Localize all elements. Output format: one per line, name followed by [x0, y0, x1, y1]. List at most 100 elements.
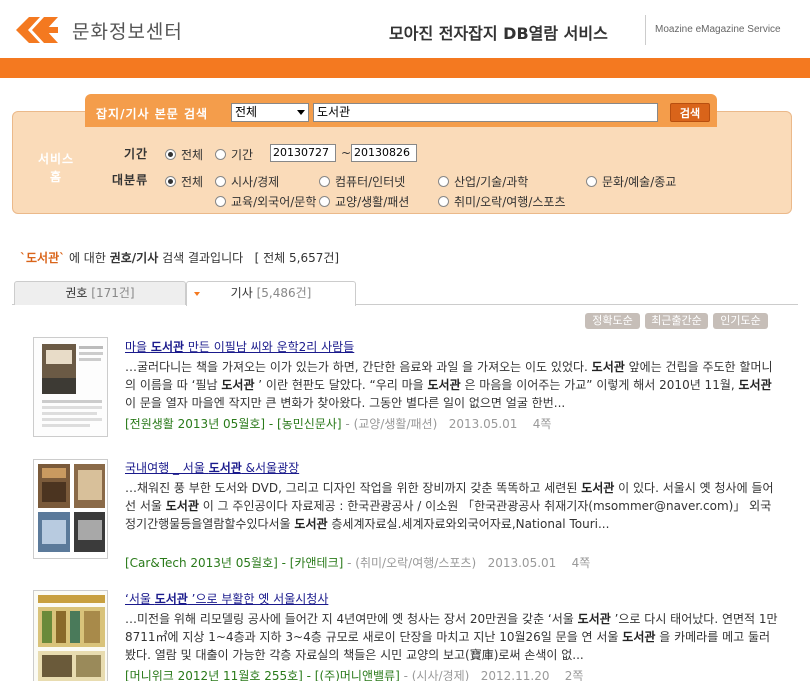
header-divider [645, 15, 646, 45]
summary-target: 권호/기사 [109, 251, 159, 265]
tab-articles[interactable]: 기사 [5,486건] [186, 281, 356, 306]
radio-icon [319, 176, 330, 187]
article-source-link[interactable]: [Car&Tech 2013년 05월호] - [카앤테크] [125, 556, 343, 570]
period-range-radio[interactable]: 기간 [215, 146, 253, 163]
scope-select-value: 전체 [235, 105, 258, 119]
article-pages: 4쪽 [571, 556, 591, 570]
category-label-text: 시사/경제 [231, 175, 280, 189]
category-radio[interactable]: 취미/오락/여행/스포츠 [438, 193, 566, 210]
category-radio[interactable]: 문화/예술/종교 [586, 173, 676, 190]
category-radio[interactable]: 컴퓨터/인터넷 [319, 173, 405, 190]
article-title-link[interactable]: ‘서울 도서관 ’으로 부활한 옛 서울시청사 [125, 590, 328, 607]
category-label: 대분류 [112, 173, 149, 187]
period-range-label: 기간 [231, 148, 254, 162]
title-text: &서울광장 [241, 461, 300, 475]
article-date: 2013.05.01 [448, 417, 518, 431]
magazine-thumbnail[interactable] [33, 459, 108, 559]
date-separator: ~ [341, 146, 352, 160]
radio-selected-icon [165, 176, 176, 187]
category-radio[interactable]: 시사/경제 [215, 173, 279, 190]
category-radio[interactable]: 산업/기술/과학 [438, 173, 528, 190]
magazine-cover-icon [34, 591, 107, 681]
radio-icon [215, 196, 226, 207]
category-label-text: 취미/오락/여행/스포츠 [454, 195, 566, 209]
radio-icon [215, 176, 226, 187]
article-title-link[interactable]: 마을 도서관 만든 이필남 씨와 운학2리 사람들 [125, 338, 354, 355]
service-title: 모아진 전자잡지 DB열람 서비스 [389, 24, 608, 43]
article-meta: [전원생활 2013년 05월호] - [농민신문사] - (교양/생활/패션)… [125, 415, 551, 432]
article-title-link[interactable]: 국내여행 _ 서울 도서관 &서울광장 [125, 459, 299, 476]
caret-down-icon [194, 292, 200, 296]
article-snippet: …미전을 위해 리모델링 공사에 들어간 지 4년여만에 옛 청사는 장서 20… [125, 612, 778, 662]
snippet-keyword: 도서관 [581, 481, 615, 495]
article-category: - (교양/생활/패션) [341, 417, 438, 431]
article-meta: [머니위크 2012년 11월호 255호] - [(주)머니앤밸류] - (시… [125, 667, 583, 681]
category-label-text: 교육/외국어/문학 [231, 195, 317, 209]
category-label-text: 전체 [181, 175, 204, 189]
logo-text[interactable]: 문화정보센터 [72, 17, 183, 44]
scope-select[interactable]: 전체 [231, 103, 309, 122]
article-category: - (취미/오락/여행/스포츠) [343, 556, 477, 570]
summary-text: 에 대한 [65, 251, 110, 265]
radio-icon [319, 196, 330, 207]
search-button[interactable]: 검색 [670, 103, 710, 122]
sort-recent-button[interactable]: 최근출간순 [645, 313, 708, 329]
period-label: 기간 [124, 147, 149, 161]
article-pages: 4쪽 [532, 417, 552, 431]
tab-issues[interactable]: 권호 [171건] [14, 281, 186, 305]
snippet-keyword: 도서관 [591, 360, 625, 374]
tab-label: 기사 [230, 286, 253, 300]
tab-label: 권호 [65, 286, 88, 300]
magazine-thumbnail[interactable] [33, 337, 108, 437]
title-text: 만든 이필남 씨와 운학2리 사람들 [184, 340, 355, 354]
radio-selected-icon [165, 149, 176, 160]
search-input[interactable]: 도서관 [313, 103, 658, 122]
article-source-link[interactable]: [머니위크 2012년 11월호 255호] - [(주)머니앤밸류] [125, 669, 400, 681]
title-text: 국내여행 _ 서울 [125, 461, 209, 475]
category-label-text: 컴퓨터/인터넷 [335, 175, 406, 189]
title-text: ‘서울 [125, 592, 155, 606]
category-radio[interactable]: 교양/생활/패션 [319, 193, 409, 210]
category-label-text: 문화/예술/종교 [602, 175, 677, 189]
radio-icon [586, 176, 597, 187]
period-all-label: 전체 [181, 148, 204, 162]
service-home-label[interactable]: 서비스 홈 [36, 150, 76, 186]
radio-icon [438, 196, 449, 207]
snippet-keyword: 도서관 [577, 612, 611, 626]
tab-count: [5,486건] [256, 286, 312, 300]
result-summary: `도서관` 에 대한 권호/기사 검색 결과입니다 [ 전체 5,657건] [20, 249, 339, 266]
category-label-text: 교양/생활/패션 [335, 195, 410, 209]
radio-icon [438, 176, 449, 187]
article-snippet: …채워진 풍 부한 도서와 DVD, 그리고 디자인 작업을 위한 장비까지 갖… [125, 481, 774, 531]
magazine-thumbnail[interactable] [33, 590, 108, 681]
site-header: 문화정보센터 모아진 전자잡지 DB열람 서비스 Moazine eMagazi… [0, 0, 810, 58]
article-source-link[interactable]: [전원생활 2013년 05월호] - [농민신문사] [125, 417, 342, 431]
date-to-input[interactable]: 20130826 [351, 144, 417, 162]
category-radio[interactable]: 전체 [165, 173, 203, 190]
total-count: [ 전체 5,657건] [254, 251, 340, 265]
sort-popular-button[interactable]: 인기도순 [713, 313, 768, 329]
snippet-keyword: 도서관 [165, 499, 199, 513]
period-all-radio[interactable]: 전체 [165, 146, 203, 163]
search-keyword: `도서관` [20, 251, 66, 265]
magazine-cover-icon [34, 460, 107, 558]
tab-count: [171건] [91, 286, 135, 300]
category-radio[interactable]: 교육/외국어/문학 [215, 193, 316, 210]
article-date: 2012.11.20 [480, 669, 550, 681]
culture-center-logo-icon[interactable] [14, 15, 60, 45]
service-english-title: Moazine eMagazine Service [655, 24, 781, 35]
title-text: ’으로 부활한 옛 서울시청사 [187, 592, 329, 606]
search-tab-label: 잡지/기사 본문 검색 [96, 107, 209, 121]
summary-text: 검색 결과입니다 [158, 251, 244, 265]
magazine-cover-icon [34, 338, 107, 436]
sort-accuracy-button[interactable]: 정확도순 [585, 313, 640, 329]
title-keyword: 도서관 [154, 592, 188, 606]
article-category: - (시사/경제) [399, 669, 470, 681]
chevron-down-icon [297, 110, 305, 115]
title-keyword: 도서관 [208, 461, 242, 475]
snippet-keyword: 도서관 [294, 517, 328, 531]
article-snippet: …굴러다니는 책을 가져오는 이가 있는가 하면, 간단한 음료와 과일 을 가… [125, 360, 773, 410]
snippet-keyword: 도서관 [221, 378, 255, 392]
date-from-input[interactable]: 20130727 [270, 144, 336, 162]
snippet-keyword: 도서관 [622, 630, 656, 644]
